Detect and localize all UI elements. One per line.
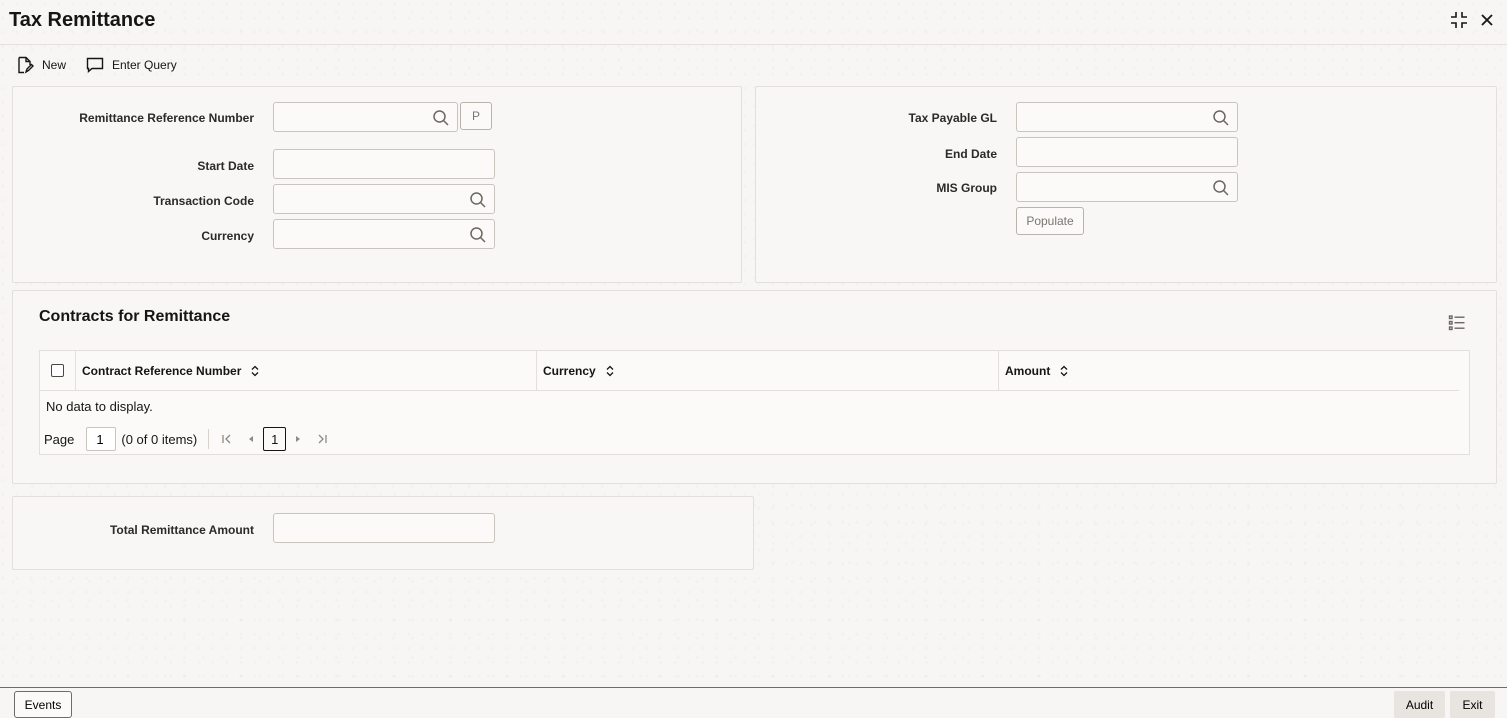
currency-field <box>273 219 495 249</box>
close-icon[interactable] <box>1476 9 1498 31</box>
sort-icon[interactable] <box>1060 365 1068 377</box>
p-button[interactable]: P <box>460 102 492 130</box>
total-remittance-amount-input[interactable] <box>274 514 494 542</box>
total-remittance-amount-label: Total Remittance Amount <box>109 523 254 537</box>
start-date-label: Start Date <box>197 159 254 173</box>
column-currency[interactable]: Currency <box>537 351 999 390</box>
remittance-reference-number-label: Remittance Reference Number <box>79 111 254 125</box>
search-icon[interactable] <box>469 191 487 209</box>
last-page-icon[interactable] <box>310 427 334 451</box>
next-page-icon[interactable] <box>286 427 310 451</box>
chat-bubble-icon <box>86 57 104 74</box>
current-page-button[interactable]: 1 <box>263 427 287 451</box>
main-form-right-panel: Tax Payable GL End Date MIS Group Popula… <box>755 86 1497 283</box>
transaction-code-field <box>273 184 495 214</box>
end-date-input[interactable] <box>1017 138 1237 166</box>
end-date-label: End Date <box>944 147 997 161</box>
tax-payable-gl-label: Tax Payable GL <box>908 111 997 125</box>
empty-table-message: No data to display. <box>46 399 153 414</box>
new-button[interactable]: New <box>16 52 66 78</box>
sort-icon[interactable] <box>251 365 259 377</box>
exit-button[interactable]: Exit <box>1450 691 1495 718</box>
page-number-input[interactable] <box>86 427 117 451</box>
column-contract-reference-number[interactable]: Contract Reference Number <box>76 351 537 390</box>
contracts-table: Contract Reference Number Currency Amoun… <box>39 350 1470 455</box>
end-date-field <box>1016 137 1238 167</box>
mis-group-input[interactable] <box>1017 173 1237 201</box>
search-icon[interactable] <box>1212 109 1230 127</box>
mis-group-label: MIS Group <box>936 181 997 195</box>
column-header-label: Amount <box>1005 363 1051 378</box>
currency-input[interactable] <box>274 220 494 248</box>
sort-icon[interactable] <box>606 365 614 377</box>
page-label: Page <box>44 431 75 447</box>
page-title: Tax Remittance <box>9 9 156 31</box>
remittance-reference-number-field <box>273 102 458 132</box>
column-settings-icon[interactable] <box>1448 314 1468 332</box>
table-header: Contract Reference Number Currency Amoun… <box>40 351 1459 391</box>
mis-group-field <box>1016 172 1238 202</box>
title-bar: Tax Remittance <box>0 0 1507 45</box>
pagination: Page (0 of 0 items) 1 <box>44 427 334 451</box>
first-page-icon[interactable] <box>215 427 239 451</box>
search-icon[interactable] <box>469 226 487 244</box>
new-document-icon <box>18 56 34 74</box>
pager-divider <box>208 429 210 449</box>
totals-panel: Total Remittance Amount <box>12 496 754 570</box>
main-form-left-panel: Remittance Reference Number P Start Date… <box>12 86 742 283</box>
select-all-cell <box>40 351 76 390</box>
contracts-section-title: Contracts for Remittance <box>39 308 231 325</box>
tax-payable-gl-input[interactable] <box>1017 103 1237 131</box>
transaction-code-input[interactable] <box>274 185 494 213</box>
transaction-code-label: Transaction Code <box>153 194 254 208</box>
collapse-icon[interactable] <box>1448 9 1470 31</box>
total-remittance-amount-field <box>273 513 495 543</box>
new-label: New <box>42 58 67 72</box>
currency-label: Currency <box>201 229 254 243</box>
enter-query-label: Enter Query <box>112 58 177 72</box>
select-all-checkbox[interactable] <box>51 364 64 377</box>
footer-bar: Events Audit Exit <box>0 687 1507 718</box>
items-count: (0 of 0 items) <box>121 431 198 447</box>
enter-query-button[interactable]: Enter Query <box>86 52 177 78</box>
contracts-panel: Contracts for Remittance Contract Refere… <box>12 290 1497 484</box>
audit-button[interactable]: Audit <box>1394 691 1445 718</box>
previous-page-icon[interactable] <box>239 427 263 451</box>
events-button[interactable]: Events <box>14 691 72 718</box>
start-date-field <box>273 149 495 179</box>
search-icon[interactable] <box>1212 179 1230 197</box>
search-icon[interactable] <box>432 109 450 127</box>
remittance-reference-number-input[interactable] <box>274 103 457 131</box>
column-header-label: Contract Reference Number <box>82 363 242 378</box>
column-amount[interactable]: Amount <box>999 351 1459 390</box>
start-date-input[interactable] <box>274 150 494 178</box>
tax-payable-gl-field <box>1016 102 1238 132</box>
populate-button[interactable]: Populate <box>1016 207 1084 235</box>
column-header-label: Currency <box>543 363 596 378</box>
